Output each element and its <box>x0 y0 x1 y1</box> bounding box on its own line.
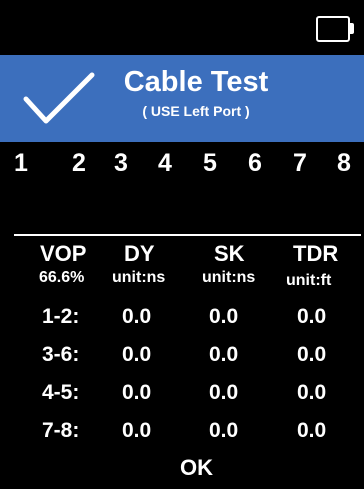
tdr-value: 0.0 <box>297 381 327 404</box>
pin-label: 4 <box>158 149 172 177</box>
sk-unit: unit:ns <box>202 269 256 286</box>
pin-label: 1 <box>14 149 28 177</box>
status-bar <box>0 0 364 55</box>
sk-value: 0.0 <box>209 305 239 328</box>
dy-value: 0.0 <box>122 381 152 404</box>
divider <box>14 234 361 236</box>
page-title: Cable Test <box>123 66 269 98</box>
pin-label: 8 <box>337 149 351 177</box>
pin-label: 3 <box>114 149 128 177</box>
pin-label: 5 <box>203 149 217 177</box>
pair-label: 1-2: <box>42 305 80 328</box>
tdr-unit: unit:ft <box>286 272 332 289</box>
dy-value: 0.0 <box>122 343 152 366</box>
column-header-tdr: TDR <box>293 241 339 266</box>
pair-label: 3-6: <box>42 343 80 366</box>
tdr-value: 0.0 <box>297 343 327 366</box>
dy-unit: unit:ns <box>112 269 166 286</box>
sk-value: 0.0 <box>209 381 239 404</box>
sk-value: 0.0 <box>209 343 239 366</box>
pin-label: 7 <box>293 149 307 177</box>
tdr-value: 0.0 <box>297 419 327 442</box>
column-header-sk: SK <box>214 241 245 266</box>
column-header-vop: VOP <box>40 241 87 266</box>
ok-button[interactable]: OK <box>180 456 213 480</box>
pin-map: 1 2 3 4 5 6 7 8 <box>0 147 364 179</box>
pair-label: 7-8: <box>42 419 80 442</box>
pin-label: 6 <box>248 149 262 177</box>
pair-label: 4-5: <box>42 381 80 404</box>
column-header-dy: DY <box>124 241 155 266</box>
vop-value: 66.6% <box>39 269 85 286</box>
battery-empty-icon <box>316 16 350 42</box>
checkmark-icon[interactable] <box>20 69 100 129</box>
sk-value: 0.0 <box>209 419 239 442</box>
header-bar: Cable Test ( USE Left Port ) <box>0 55 364 142</box>
pin-label: 2 <box>72 149 86 177</box>
battery-tip <box>350 23 354 34</box>
dy-value: 0.0 <box>122 419 152 442</box>
dy-value: 0.0 <box>122 305 152 328</box>
page-subtitle: ( USE Left Port ) <box>142 103 250 119</box>
tdr-value: 0.0 <box>297 305 327 328</box>
